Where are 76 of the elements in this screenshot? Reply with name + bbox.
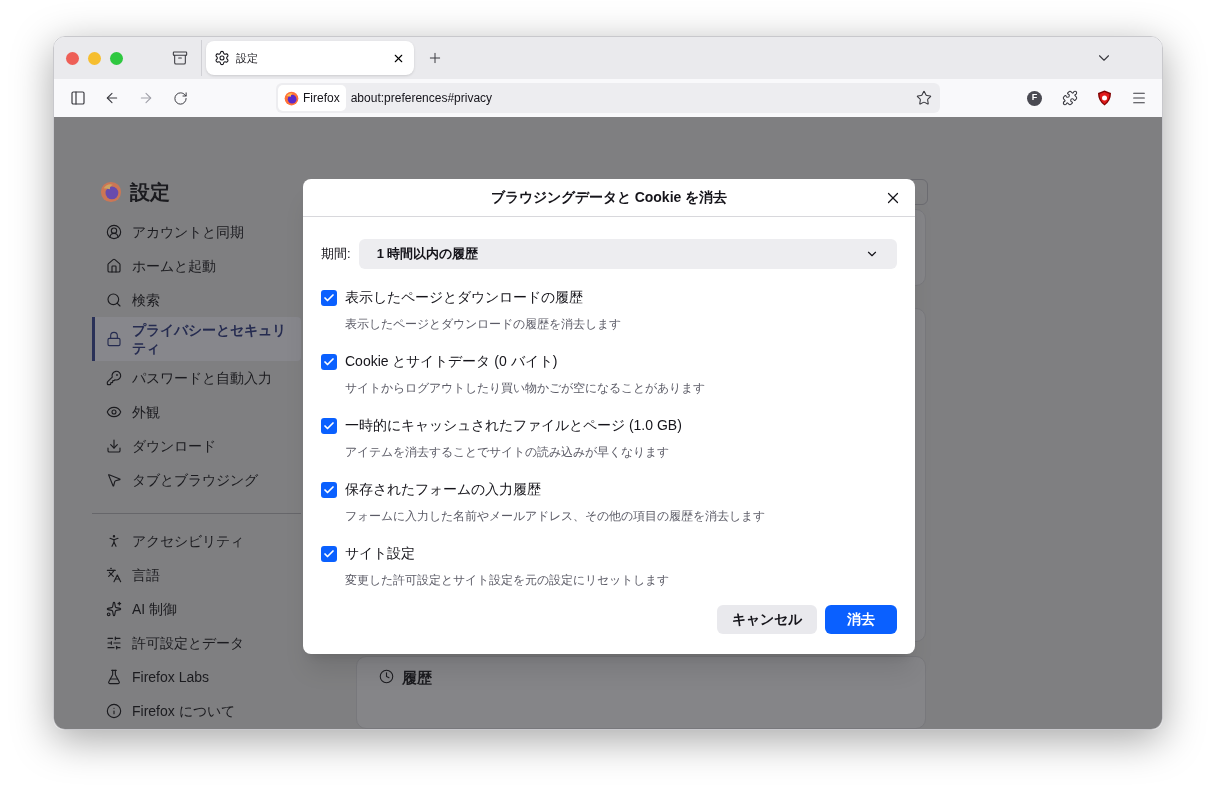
checkbox[interactable] [321, 545, 337, 562]
sidebar-item[interactable]: アクセシビリティ [92, 524, 301, 558]
sidebar-item[interactable]: ホームと起動 [92, 249, 301, 283]
dialog-title: ブラウジングデータと Cookie を消去 [490, 188, 728, 207]
gear-icon [214, 50, 230, 66]
sidebar-item[interactable]: アカウントと同期 [92, 215, 301, 249]
option-label: 表示したページとダウンロードの履歴 [345, 288, 583, 307]
option-label: 一時的にキャッシュされたファイルとページ (1.0 GB) [345, 416, 682, 435]
clock-icon [379, 668, 394, 684]
bookmark-star-icon[interactable] [916, 90, 932, 106]
account-avatar[interactable]: F [1027, 90, 1042, 106]
sidebar-item[interactable]: パスワードと自動入力 [92, 361, 301, 395]
extensions-button[interactable] [1061, 89, 1079, 107]
checkmark-icon [323, 547, 335, 560]
checkmark-icon [323, 483, 335, 496]
reload-icon [172, 90, 188, 106]
sidebar-item[interactable]: AI 制御 [92, 592, 301, 626]
sidebar-item[interactable]: プライバシーとセキュリティ [92, 317, 301, 361]
key-icon [106, 370, 122, 386]
home-icon [106, 258, 122, 274]
sidebar-item[interactable]: Firefox について [92, 694, 301, 728]
accessibility-icon [106, 533, 122, 549]
option-label: 保存されたフォームの入力履歴 [345, 480, 541, 499]
settings-title: 設定 [130, 180, 170, 205]
info-icon [106, 703, 122, 719]
option-description: アイテムを消去することでサイトの読み込みが早くなります [344, 444, 670, 461]
pointer-icon [106, 472, 122, 488]
sidebar-item[interactable]: 言語 [92, 558, 301, 592]
checkmark-icon [323, 355, 335, 368]
option-description: 変更した許可設定とサイト設定を元の設定にリセットします [344, 572, 670, 589]
sidebar-item[interactable]: 検索 [92, 283, 301, 317]
card-heading: 履歴 [402, 667, 432, 688]
account-icon [106, 224, 122, 240]
browser-tab[interactable]: 設定 [206, 41, 414, 75]
sidebar-button[interactable] [68, 88, 88, 108]
sidebar-item[interactable]: ダウンロード [92, 429, 301, 463]
firefox-logo-icon [100, 181, 122, 203]
tab-title: 設定 [236, 50, 259, 66]
sidebar-item[interactable]: Firefox Labs [92, 660, 301, 694]
checkbox[interactable] [321, 417, 337, 434]
checkmark-icon [323, 419, 335, 432]
puzzle-icon [1062, 90, 1078, 106]
language-icon [106, 567, 122, 583]
identity-chip[interactable]: Firefox [278, 85, 346, 111]
sidebar-item[interactable]: 外観 [92, 395, 301, 429]
download-icon [106, 438, 122, 454]
url-bar[interactable]: Firefox about:preferences#privacy [276, 83, 940, 113]
sidebar-icon [70, 90, 86, 106]
search-icon [106, 292, 122, 308]
option-description: 表示したページとダウンロードの履歴を消去します [344, 316, 622, 333]
option-label: サイト設定 [345, 544, 415, 563]
shield-extension-icon[interactable] [1097, 90, 1112, 106]
cancel-button[interactable]: キャンセル [717, 605, 817, 634]
sparkle-icon [106, 601, 122, 617]
tray-icon [172, 50, 188, 66]
period-select[interactable]: 1 時間以内の履歴 [358, 239, 897, 269]
option-description: フォームに入力した名前やメールアドレス、その他の項目の履歴を消去します [344, 508, 766, 525]
checkbox[interactable] [321, 481, 337, 498]
plus-icon [427, 50, 443, 66]
sliders-icon [106, 635, 122, 651]
checkbox[interactable] [321, 353, 337, 370]
close-window-button[interactable] [66, 51, 79, 65]
checkmark-icon [323, 291, 335, 304]
sidebar-item[interactable]: タブとブラウジング [92, 463, 301, 497]
clear-button[interactable]: 消去 [825, 605, 897, 634]
menu-icon [1131, 90, 1147, 106]
firefox-logo-icon [284, 90, 299, 106]
checkbox[interactable] [321, 289, 337, 306]
option-label: Cookie とサイトデータ (0 バイト) [345, 352, 558, 371]
flask-icon [106, 669, 122, 685]
url-text: about:preferences#privacy [350, 90, 494, 107]
sidebar-item[interactable]: 許可設定とデータ [92, 626, 301, 660]
period-label: 期間: [321, 245, 351, 264]
option-description: サイトからログアウトしたり買い物かごが空になることがあります [344, 380, 706, 397]
lock-icon [106, 331, 122, 347]
eye-icon [106, 404, 122, 420]
